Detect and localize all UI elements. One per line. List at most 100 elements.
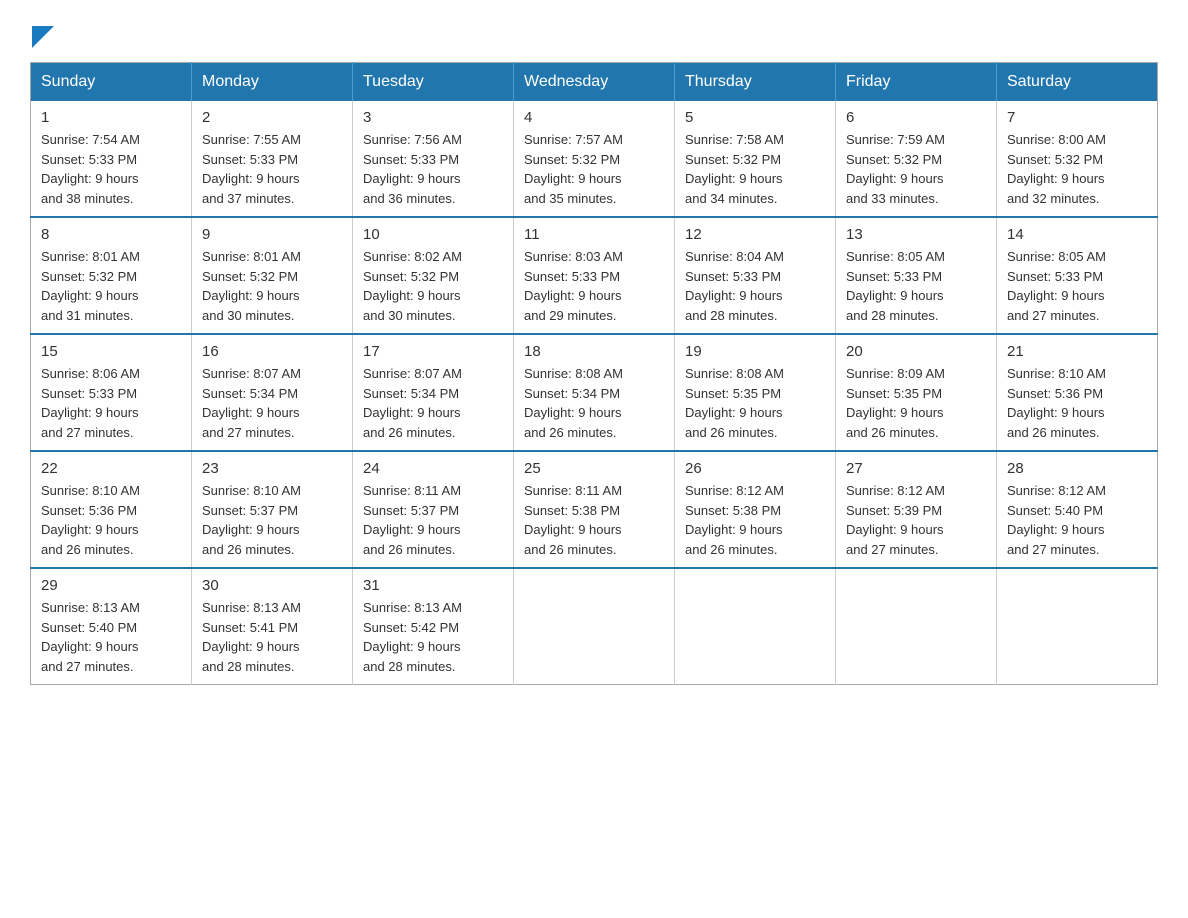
- calendar-cell: 11 Sunrise: 8:03 AM Sunset: 5:33 PM Dayl…: [514, 217, 675, 334]
- day-info: Sunrise: 8:11 AM Sunset: 5:38 PM Dayligh…: [524, 481, 664, 559]
- calendar-cell: 18 Sunrise: 8:08 AM Sunset: 5:34 PM Dayl…: [514, 334, 675, 451]
- logo-arrow-icon: [32, 26, 54, 48]
- calendar-cell: 10 Sunrise: 8:02 AM Sunset: 5:32 PM Dayl…: [353, 217, 514, 334]
- calendar-cell: 12 Sunrise: 8:04 AM Sunset: 5:33 PM Dayl…: [675, 217, 836, 334]
- day-info: Sunrise: 8:10 AM Sunset: 5:36 PM Dayligh…: [41, 481, 181, 559]
- day-info: Sunrise: 8:13 AM Sunset: 5:40 PM Dayligh…: [41, 598, 181, 676]
- day-number: 27: [846, 460, 986, 477]
- day-info: Sunrise: 7:57 AM Sunset: 5:32 PM Dayligh…: [524, 130, 664, 208]
- calendar-cell: 22 Sunrise: 8:10 AM Sunset: 5:36 PM Dayl…: [31, 451, 192, 568]
- calendar-cell: 5 Sunrise: 7:58 AM Sunset: 5:32 PM Dayli…: [675, 101, 836, 217]
- calendar-week-row: 8 Sunrise: 8:01 AM Sunset: 5:32 PM Dayli…: [31, 217, 1158, 334]
- day-number: 10: [363, 226, 503, 243]
- calendar-header-row: SundayMondayTuesdayWednesdayThursdayFrid…: [31, 63, 1158, 102]
- calendar-cell: [997, 568, 1158, 685]
- day-info: Sunrise: 8:10 AM Sunset: 5:37 PM Dayligh…: [202, 481, 342, 559]
- calendar-week-row: 22 Sunrise: 8:10 AM Sunset: 5:36 PM Dayl…: [31, 451, 1158, 568]
- calendar-cell: 6 Sunrise: 7:59 AM Sunset: 5:32 PM Dayli…: [836, 101, 997, 217]
- day-info: Sunrise: 8:01 AM Sunset: 5:32 PM Dayligh…: [202, 247, 342, 325]
- day-number: 13: [846, 226, 986, 243]
- day-number: 25: [524, 460, 664, 477]
- calendar-cell: 1 Sunrise: 7:54 AM Sunset: 5:33 PM Dayli…: [31, 101, 192, 217]
- calendar-cell: 28 Sunrise: 8:12 AM Sunset: 5:40 PM Dayl…: [997, 451, 1158, 568]
- weekday-header-wednesday: Wednesday: [514, 63, 675, 102]
- day-info: Sunrise: 8:04 AM Sunset: 5:33 PM Dayligh…: [685, 247, 825, 325]
- day-info: Sunrise: 8:13 AM Sunset: 5:42 PM Dayligh…: [363, 598, 503, 676]
- day-info: Sunrise: 8:12 AM Sunset: 5:38 PM Dayligh…: [685, 481, 825, 559]
- day-number: 2: [202, 109, 342, 126]
- calendar-cell: 2 Sunrise: 7:55 AM Sunset: 5:33 PM Dayli…: [192, 101, 353, 217]
- day-info: Sunrise: 8:10 AM Sunset: 5:36 PM Dayligh…: [1007, 364, 1147, 442]
- day-info: Sunrise: 7:55 AM Sunset: 5:33 PM Dayligh…: [202, 130, 342, 208]
- calendar-cell: [514, 568, 675, 685]
- day-info: Sunrise: 8:07 AM Sunset: 5:34 PM Dayligh…: [202, 364, 342, 442]
- calendar-cell: 13 Sunrise: 8:05 AM Sunset: 5:33 PM Dayl…: [836, 217, 997, 334]
- calendar-cell: 7 Sunrise: 8:00 AM Sunset: 5:32 PM Dayli…: [997, 101, 1158, 217]
- page-header: [30, 20, 1158, 42]
- calendar-week-row: 29 Sunrise: 8:13 AM Sunset: 5:40 PM Dayl…: [31, 568, 1158, 685]
- calendar-cell: 23 Sunrise: 8:10 AM Sunset: 5:37 PM Dayl…: [192, 451, 353, 568]
- day-number: 16: [202, 343, 342, 360]
- weekday-header-friday: Friday: [836, 63, 997, 102]
- calendar-cell: 15 Sunrise: 8:06 AM Sunset: 5:33 PM Dayl…: [31, 334, 192, 451]
- day-number: 23: [202, 460, 342, 477]
- day-info: Sunrise: 8:07 AM Sunset: 5:34 PM Dayligh…: [363, 364, 503, 442]
- day-info: Sunrise: 8:08 AM Sunset: 5:34 PM Dayligh…: [524, 364, 664, 442]
- weekday-header-thursday: Thursday: [675, 63, 836, 102]
- day-number: 28: [1007, 460, 1147, 477]
- calendar-cell: 24 Sunrise: 8:11 AM Sunset: 5:37 PM Dayl…: [353, 451, 514, 568]
- day-number: 20: [846, 343, 986, 360]
- calendar-cell: [836, 568, 997, 685]
- day-number: 21: [1007, 343, 1147, 360]
- logo: [30, 30, 54, 42]
- day-info: Sunrise: 8:05 AM Sunset: 5:33 PM Dayligh…: [1007, 247, 1147, 325]
- day-number: 17: [363, 343, 503, 360]
- day-number: 14: [1007, 226, 1147, 243]
- day-number: 29: [41, 577, 181, 594]
- calendar-cell: 3 Sunrise: 7:56 AM Sunset: 5:33 PM Dayli…: [353, 101, 514, 217]
- day-number: 5: [685, 109, 825, 126]
- day-info: Sunrise: 8:01 AM Sunset: 5:32 PM Dayligh…: [41, 247, 181, 325]
- day-info: Sunrise: 8:03 AM Sunset: 5:33 PM Dayligh…: [524, 247, 664, 325]
- day-info: Sunrise: 7:58 AM Sunset: 5:32 PM Dayligh…: [685, 130, 825, 208]
- calendar-cell: 9 Sunrise: 8:01 AM Sunset: 5:32 PM Dayli…: [192, 217, 353, 334]
- day-number: 8: [41, 226, 181, 243]
- day-number: 1: [41, 109, 181, 126]
- day-number: 15: [41, 343, 181, 360]
- day-info: Sunrise: 8:08 AM Sunset: 5:35 PM Dayligh…: [685, 364, 825, 442]
- calendar-cell: 30 Sunrise: 8:13 AM Sunset: 5:41 PM Dayl…: [192, 568, 353, 685]
- day-info: Sunrise: 8:13 AM Sunset: 5:41 PM Dayligh…: [202, 598, 342, 676]
- day-number: 30: [202, 577, 342, 594]
- day-number: 6: [846, 109, 986, 126]
- day-number: 12: [685, 226, 825, 243]
- calendar-cell: [675, 568, 836, 685]
- day-info: Sunrise: 8:12 AM Sunset: 5:39 PM Dayligh…: [846, 481, 986, 559]
- day-info: Sunrise: 8:09 AM Sunset: 5:35 PM Dayligh…: [846, 364, 986, 442]
- weekday-header-sunday: Sunday: [31, 63, 192, 102]
- calendar-cell: 21 Sunrise: 8:10 AM Sunset: 5:36 PM Dayl…: [997, 334, 1158, 451]
- day-info: Sunrise: 7:54 AM Sunset: 5:33 PM Dayligh…: [41, 130, 181, 208]
- day-info: Sunrise: 8:00 AM Sunset: 5:32 PM Dayligh…: [1007, 130, 1147, 208]
- day-number: 22: [41, 460, 181, 477]
- day-number: 19: [685, 343, 825, 360]
- day-number: 24: [363, 460, 503, 477]
- day-number: 3: [363, 109, 503, 126]
- calendar-week-row: 1 Sunrise: 7:54 AM Sunset: 5:33 PM Dayli…: [31, 101, 1158, 217]
- day-number: 7: [1007, 109, 1147, 126]
- day-number: 9: [202, 226, 342, 243]
- day-info: Sunrise: 7:56 AM Sunset: 5:33 PM Dayligh…: [363, 130, 503, 208]
- day-info: Sunrise: 8:12 AM Sunset: 5:40 PM Dayligh…: [1007, 481, 1147, 559]
- calendar-week-row: 15 Sunrise: 8:06 AM Sunset: 5:33 PM Dayl…: [31, 334, 1158, 451]
- calendar-cell: 16 Sunrise: 8:07 AM Sunset: 5:34 PM Dayl…: [192, 334, 353, 451]
- day-number: 26: [685, 460, 825, 477]
- weekday-header-tuesday: Tuesday: [353, 63, 514, 102]
- day-number: 11: [524, 226, 664, 243]
- day-info: Sunrise: 8:06 AM Sunset: 5:33 PM Dayligh…: [41, 364, 181, 442]
- calendar-cell: 25 Sunrise: 8:11 AM Sunset: 5:38 PM Dayl…: [514, 451, 675, 568]
- day-info: Sunrise: 8:05 AM Sunset: 5:33 PM Dayligh…: [846, 247, 986, 325]
- calendar-cell: 14 Sunrise: 8:05 AM Sunset: 5:33 PM Dayl…: [997, 217, 1158, 334]
- weekday-header-saturday: Saturday: [997, 63, 1158, 102]
- day-info: Sunrise: 8:11 AM Sunset: 5:37 PM Dayligh…: [363, 481, 503, 559]
- weekday-header-monday: Monday: [192, 63, 353, 102]
- calendar-table: SundayMondayTuesdayWednesdayThursdayFrid…: [30, 62, 1158, 685]
